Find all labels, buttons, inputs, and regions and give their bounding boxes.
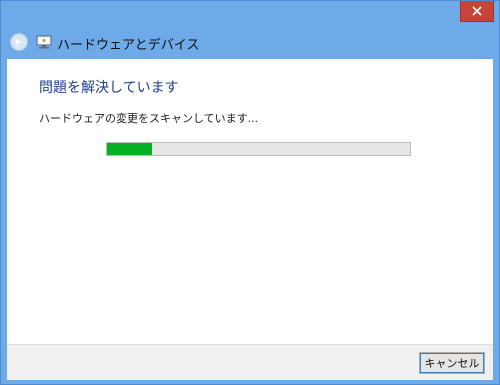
cancel-button[interactable]: キャンセル bbox=[419, 352, 485, 374]
close-button[interactable] bbox=[460, 1, 494, 22]
title-bar bbox=[1, 1, 499, 27]
button-bar: キャンセル bbox=[7, 344, 493, 380]
wizard-content: 問題を解決しています ハードウェアの変更をスキャンしています... bbox=[7, 59, 493, 344]
navigation-bar: ハードウェアとデバイス bbox=[1, 27, 499, 59]
page-title: 問題を解決しています bbox=[39, 80, 179, 96]
back-button[interactable] bbox=[10, 33, 28, 51]
progress-bar-fill bbox=[107, 143, 153, 155]
window-title: ハードウェアとデバイス bbox=[57, 38, 200, 53]
hardware-devices-icon bbox=[36, 35, 52, 49]
wizard-window: ハードウェアとデバイス 問題を解決しています ハードウェアの変更をスキャンしてい… bbox=[0, 0, 500, 385]
status-text: ハードウェアの変更をスキャンしています... bbox=[39, 112, 259, 125]
progress-bar bbox=[106, 142, 411, 156]
back-arrow-icon bbox=[14, 38, 22, 46]
close-icon bbox=[472, 6, 482, 16]
